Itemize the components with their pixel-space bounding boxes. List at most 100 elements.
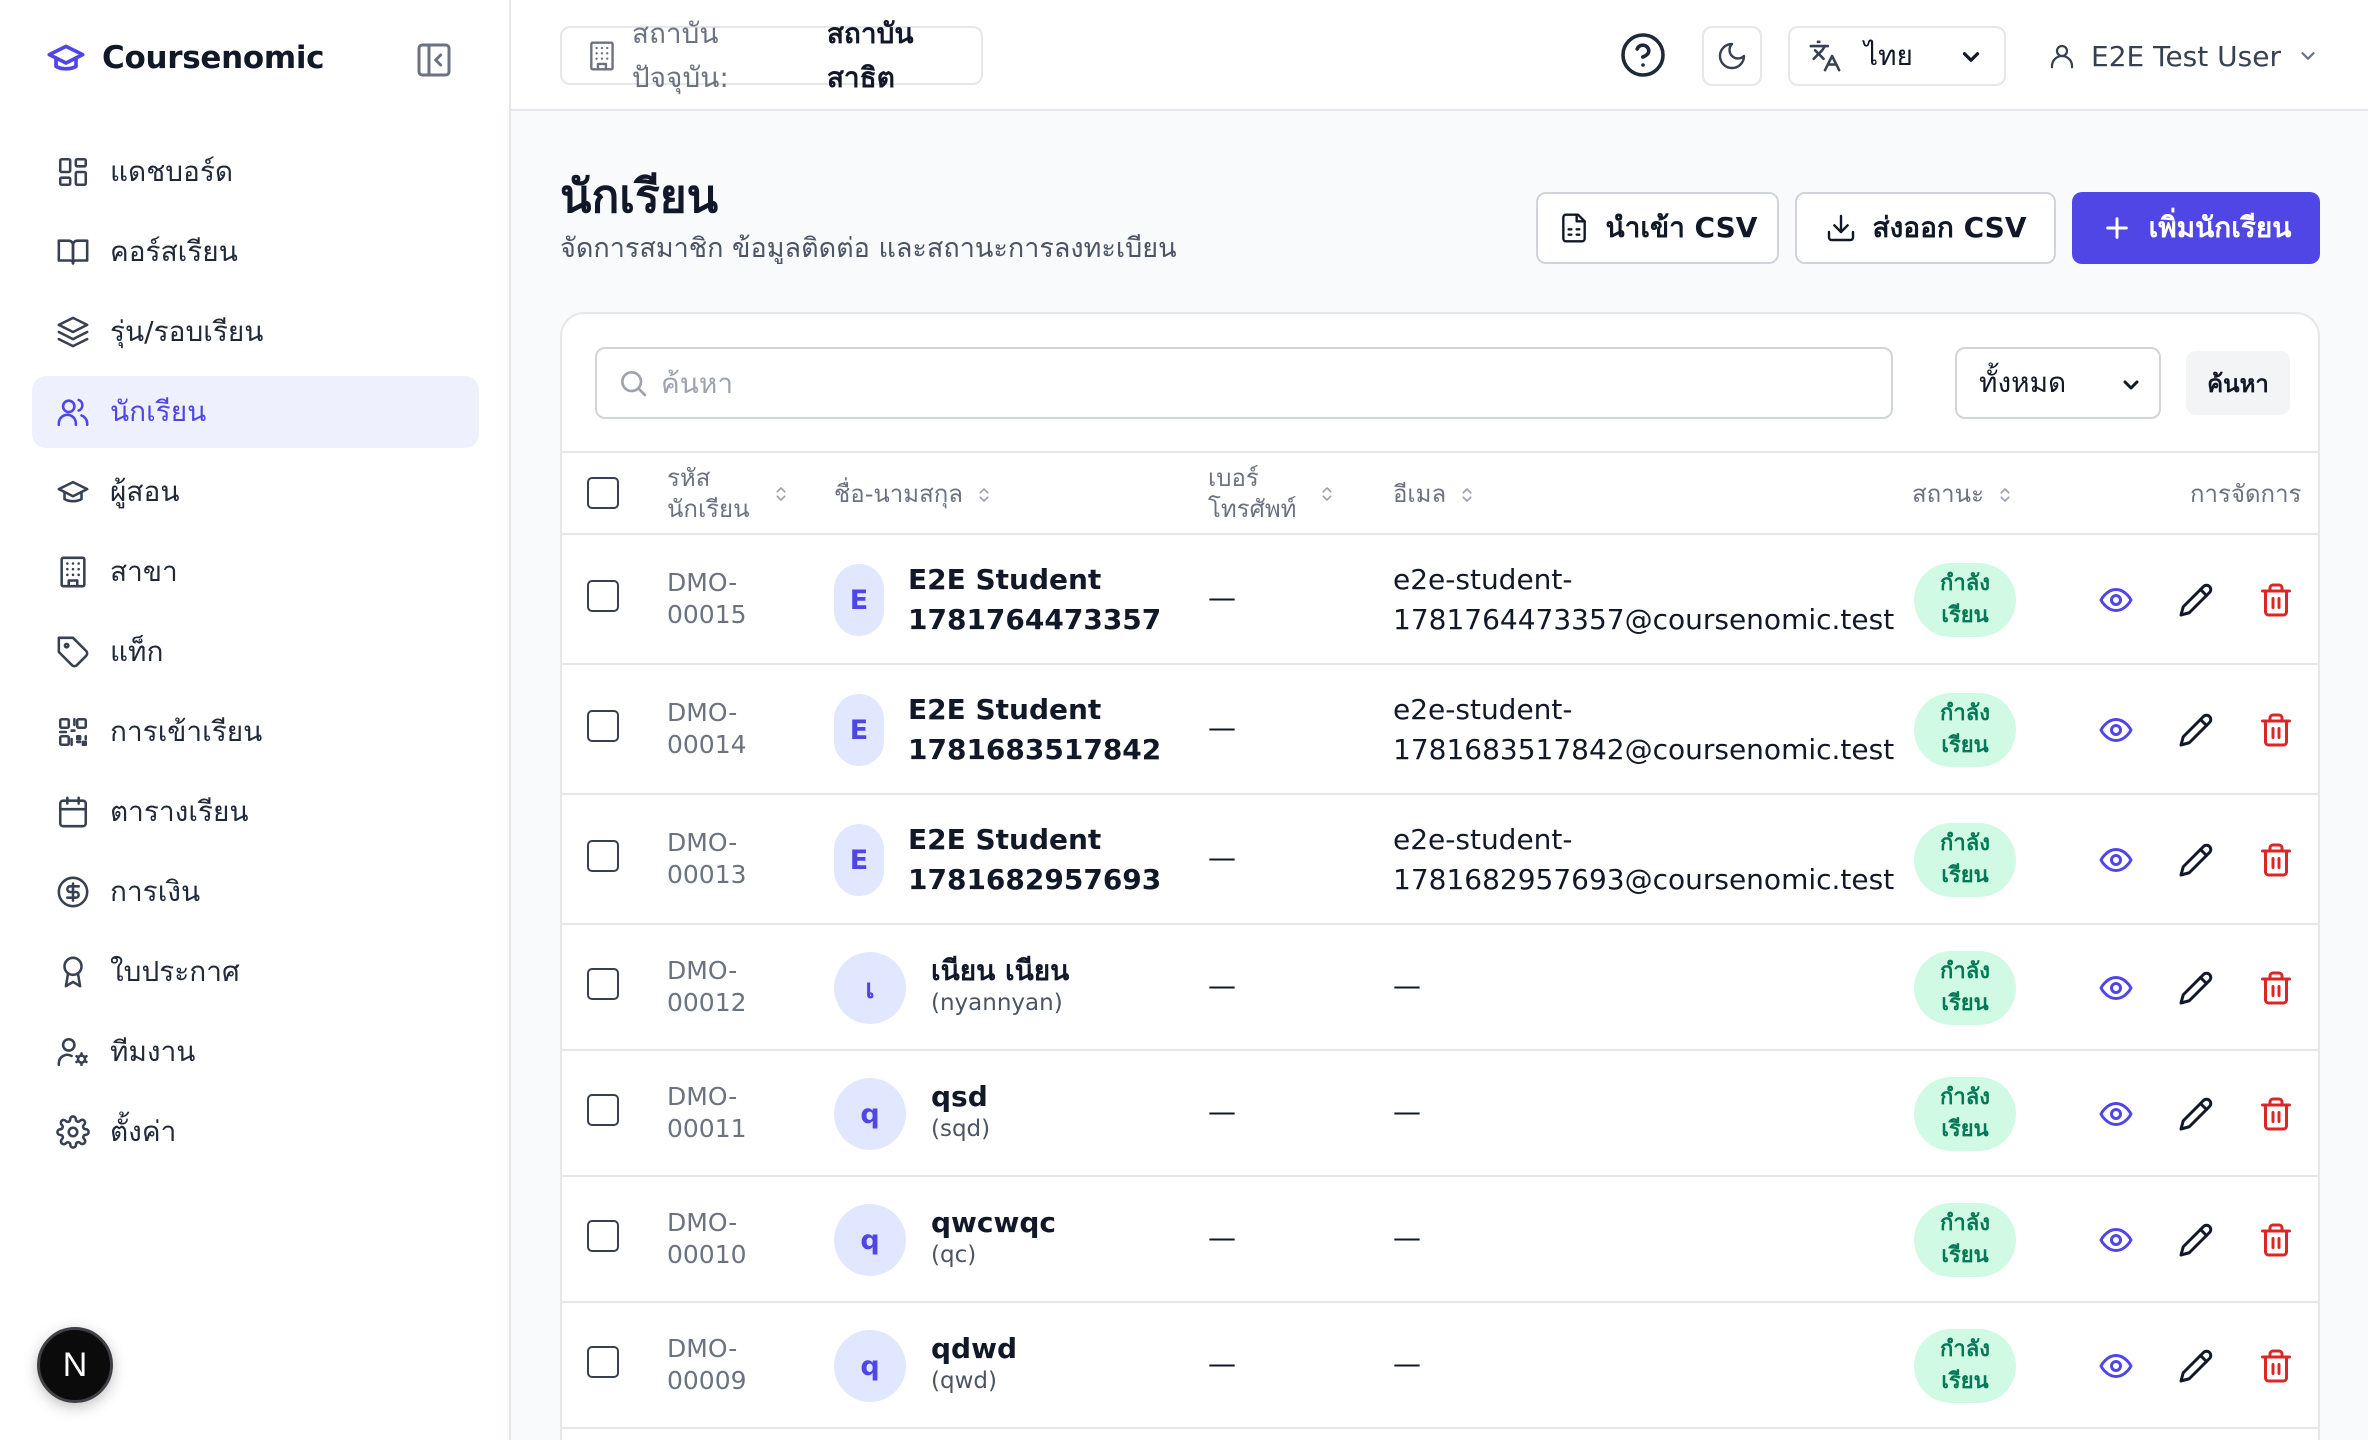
column-header-label: เบอร์ โทรศัพท์ [1208, 463, 1296, 525]
eye-icon[interactable] [2098, 712, 2134, 748]
table-row[interactable]: DMO- 00009 q qdwd (qwd) — — กำลัง เรียน [562, 1303, 2318, 1429]
sidebar-item-batches[interactable]: รุ่น/รอบเรียน [32, 296, 479, 368]
eye-icon[interactable] [2098, 1222, 2134, 1258]
sidebar-item-courses[interactable]: คอร์สเรียน [32, 216, 479, 288]
student-name[interactable]: เนียน เนียน (nyannyan) [931, 953, 1069, 1017]
student-name[interactable]: qsd (sqd) [931, 1079, 990, 1143]
status-line: เรียน [1941, 603, 1989, 628]
column-header-actions: การจัดการ [2190, 480, 2302, 508]
row-checkbox[interactable] [587, 968, 619, 1000]
student-phone: — [1208, 841, 1236, 874]
sidebar-item-label: การเข้าเรียน [110, 715, 263, 748]
sidebar-item-attendance[interactable]: การเข้าเรียน [32, 696, 479, 768]
pencil-icon[interactable] [2178, 582, 2214, 618]
search-box[interactable] [595, 347, 1893, 419]
next-dev-indicator[interactable]: N [37, 1327, 113, 1403]
table-row[interactable]: DMO- 00013 E E2E Student 1781682957693 —… [562, 795, 2318, 925]
avatar: E [834, 694, 884, 766]
pencil-icon[interactable] [2178, 1222, 2214, 1258]
eye-icon[interactable] [2098, 582, 2134, 618]
trash-icon[interactable] [2258, 712, 2294, 748]
import-csv-button[interactable]: นำเข้า CSV [1536, 192, 1779, 264]
sidebar-item-label: ใบประกาศ [110, 955, 240, 988]
table-row[interactable]: DMO- 00011 q qsd (sqd) — — กำลัง เรียน [562, 1051, 2318, 1177]
brand[interactable]: Coursenomic [46, 34, 325, 82]
trash-icon[interactable] [2258, 842, 2294, 878]
column-header-phone[interactable]: เบอร์ โทรศัพท์ [1208, 463, 1336, 525]
sidebar-item-students[interactable]: นักเรียน [32, 376, 479, 448]
column-header-status[interactable]: สถานะ [1912, 479, 2014, 510]
avatar: q [834, 1078, 906, 1150]
sidebar-item-label: สาขา [110, 555, 178, 588]
row-checkbox[interactable] [587, 1346, 619, 1378]
table-row[interactable]: DMO- 00014 E E2E Student 1781683517842 —… [562, 665, 2318, 795]
pencil-icon[interactable] [2178, 970, 2214, 1006]
student-name[interactable]: E2E Student 1781683517842 [908, 690, 1161, 770]
sidebar-item-instructors[interactable]: ผู้สอน [32, 456, 479, 528]
student-email: e2e-student- 1781683517842@coursenomic.t… [1393, 690, 1894, 770]
export-csv-button[interactable]: ส่งออก CSV [1795, 192, 2056, 264]
column-header-email[interactable]: อีเมล [1393, 479, 1476, 510]
status-filter-select[interactable]: ทั้งหมด [1955, 347, 2161, 419]
pencil-icon[interactable] [2178, 712, 2214, 748]
row-checkbox[interactable] [587, 840, 619, 872]
trash-icon[interactable] [2258, 970, 2294, 1006]
theme-toggle-button[interactable] [1702, 26, 1762, 86]
student-code: DMO- 00010 [667, 1207, 747, 1271]
status-filter-value: ทั้งหมด [1979, 366, 2067, 399]
status-line: เรียน [1941, 1117, 1989, 1142]
name-line: 1781682957693 [908, 863, 1162, 896]
student-name[interactable]: qwcwqc (qc) [931, 1205, 1056, 1269]
pencil-icon[interactable] [2178, 1096, 2214, 1132]
current-branch-selector[interactable]: สถาบันปัจจุบัน: สถาบันสาธิต [560, 17, 983, 94]
sidebar-item-schedule[interactable]: ตารางเรียน [32, 776, 479, 848]
trash-icon[interactable] [2258, 582, 2294, 618]
add-student-button[interactable]: เพิ่มนักเรียน [2072, 192, 2320, 264]
sidebar-item-branches[interactable]: สาขา [32, 536, 479, 608]
sidebar-item-label: แดชบอร์ด [110, 155, 234, 188]
student-name[interactable]: E2E Student 1781682957693 [908, 820, 1161, 900]
trash-icon[interactable] [2258, 1222, 2294, 1258]
trash-icon[interactable] [2258, 1348, 2294, 1384]
search-button[interactable]: ค้นหา [2186, 351, 2290, 415]
pencil-icon[interactable] [2178, 842, 2214, 878]
eye-icon[interactable] [2098, 842, 2134, 878]
help-button[interactable] [1619, 31, 1667, 79]
sidebar-collapse-button[interactable] [414, 40, 454, 80]
header-line: นักเรียน [667, 495, 750, 523]
language-select[interactable]: ไทย [1788, 26, 2006, 86]
table-row[interactable]: DMO- 00010 q qwcwqc (qc) — — กำลัง เรียน [562, 1177, 2318, 1303]
trash-icon[interactable] [2258, 1096, 2294, 1132]
code-line: DMO- [667, 1334, 738, 1363]
status-line: กำลัง [1940, 1085, 1990, 1110]
code-line: DMO- [667, 698, 738, 727]
eye-icon[interactable] [2098, 970, 2134, 1006]
row-checkbox[interactable] [587, 710, 619, 742]
pencil-icon[interactable] [2178, 1348, 2214, 1384]
code-line: DMO- [667, 828, 738, 857]
user-menu[interactable]: E2E Test User [2047, 32, 2319, 80]
column-header-code[interactable]: รหัส นักเรียน [667, 463, 790, 525]
table-row[interactable]: DMO- 00012 เ เนียน เนียน (nyannyan) — — … [562, 925, 2318, 1051]
column-header-name[interactable]: ชื่อ-นามสกุล [834, 479, 993, 510]
student-name[interactable]: qdwd (qwd) [931, 1331, 1017, 1395]
student-phone: — [1208, 581, 1236, 614]
sidebar-item-settings[interactable]: ตั้งค่า [32, 1096, 479, 1168]
sidebar-item-finance[interactable]: การเงิน [32, 856, 479, 928]
select-all-checkbox[interactable] [587, 477, 619, 509]
eye-icon[interactable] [2098, 1096, 2134, 1132]
row-checkbox[interactable] [587, 580, 619, 612]
row-checkbox[interactable] [587, 1094, 619, 1126]
sidebar-item-certificates[interactable]: ใบประกาศ [32, 936, 479, 1008]
eye-icon[interactable] [2098, 1348, 2134, 1384]
sidebar-item-label: ผู้สอน [110, 475, 180, 508]
student-name[interactable]: E2E Student 1781764473357 [908, 560, 1161, 640]
code-line: 00010 [667, 1240, 747, 1269]
table-row[interactable]: DMO- 00015 E E2E Student 1781764473357 —… [562, 535, 2318, 665]
name-line: qwcwqc [931, 1206, 1057, 1239]
row-checkbox[interactable] [587, 1220, 619, 1252]
sidebar-item-dashboard[interactable]: แดชบอร์ด [32, 136, 479, 208]
sidebar-item-team[interactable]: ทีมงาน [32, 1016, 479, 1088]
search-input[interactable] [661, 366, 1861, 400]
sidebar-item-tags[interactable]: แท็ก [32, 616, 479, 688]
